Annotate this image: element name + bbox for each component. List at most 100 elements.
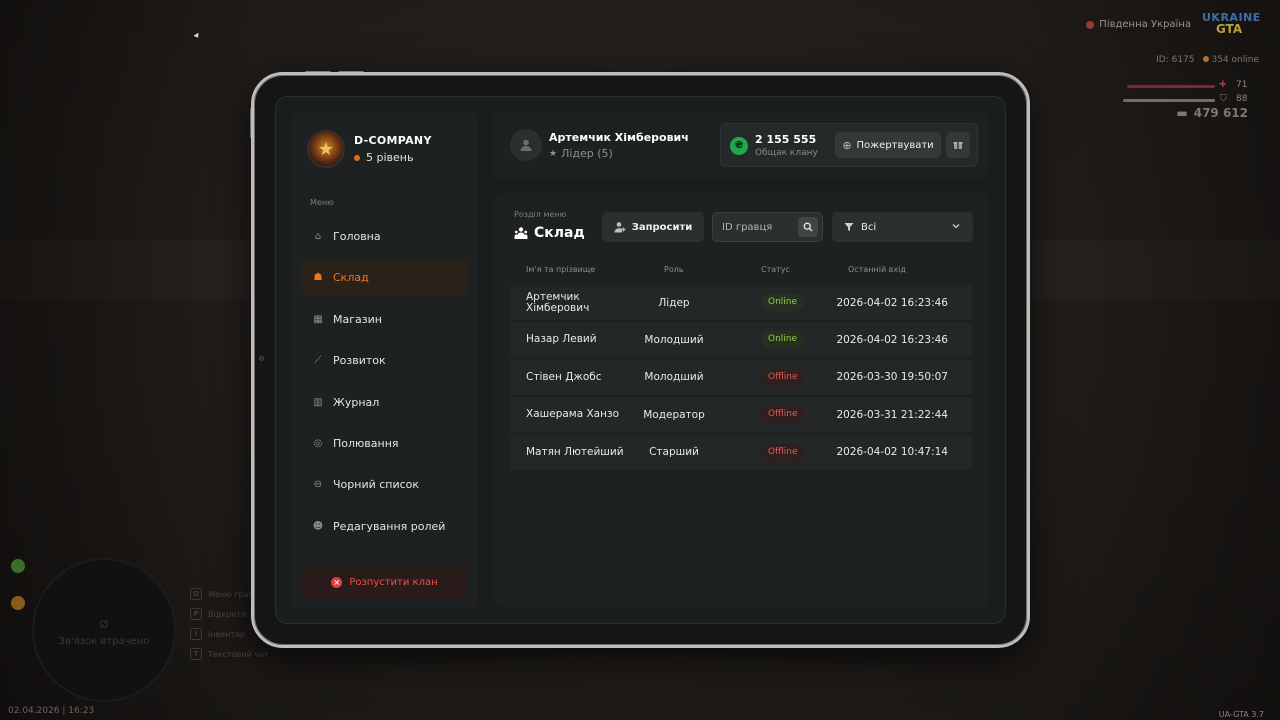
user-icon [520,139,532,151]
members-table: Артемчик Хімберович Лідер Online 2026-04… [510,285,972,472]
member-name: Артемчик Хімберович [526,290,590,314]
column-header-name: Ім'я та прізвище [526,265,596,274]
block-icon: ⊖ [313,479,323,491]
user-name: Артемчик Хімберович [549,131,689,144]
filter-value: Всі [861,221,877,233]
user-header-card: Артемчик Хімберович ★ Лідер (5) ₴ 2 155 … [493,112,988,178]
sidebar-item-hunting[interactable]: ◎ Полювання [301,426,468,461]
avatar [510,129,542,161]
server-logo: UKRAINE GTA [1202,12,1260,38]
gift-button[interactable] [946,132,970,158]
sidebar-item-label: Журнал [333,395,380,409]
column-header-last-login: Останній вхід [848,265,906,274]
hud-datetime: 02.04.2026 | 16:23 [8,706,95,716]
star-icon: ★ [549,148,558,159]
close-circle-icon: × [331,576,343,588]
hud-online-wrap: 354 online [1202,55,1259,65]
status-badge: Online [761,294,805,311]
table-row[interactable]: Стівен Джобс Молодший Offline 2026-03-30… [510,359,972,395]
org-level-label: 5 рівень [366,151,414,164]
location-pin-icon [1086,20,1095,29]
org-header: ★ D-COMPANY 5 рівень [307,130,432,168]
user-role: ★ Лідер (5) [549,147,613,160]
column-header-status: Статус [761,265,790,274]
member-last-login: 2026-04-02 16:23:46 [836,333,948,346]
minimap: ⌀ Зв'язок втрачено [32,558,176,702]
hud-player-info: ID: 6175 354 online [1156,55,1259,65]
hud-money-value: 479 612 [1193,106,1248,120]
clan-treasury: ₴ 2 155 555 Общак клану ⊕ Пожертвувати [720,123,978,167]
sidebar-item-label: Магазин [333,312,382,326]
table-row[interactable]: Назар Левий Молодший Online 2026-04-02 1… [510,322,972,358]
status-badge: Offline [761,443,805,461]
hud-player-id: ID: 6175 [1156,55,1195,65]
table-row[interactable]: Артемчик Хімберович Лідер Online 2026-04… [510,285,972,320]
armor-icon: ⛉ [1220,94,1227,104]
member-name: Назар Левий [526,333,597,346]
org-info: D-COMPANY 5 рівень [354,134,432,164]
sidebar-item-label: Чорний список [333,478,420,492]
status-badge: Offline [761,406,805,424]
member-name: Стівен Джобс [526,370,602,383]
health-value: 71 [1236,80,1248,90]
member-role: Модератор [643,408,705,421]
member-last-login: 2026-03-31 21:22:44 [836,408,948,421]
sidebar-item-roles[interactable]: ☻ Редагування ролей [301,509,468,544]
sidebar-item-home[interactable]: ⌂ Головна [301,219,468,254]
cash-icon: ▬ [1176,106,1188,120]
menu-caption: Меню [310,198,334,207]
chart-icon: ⟋ [314,355,322,367]
sidebar-item-shop[interactable]: ▦ Магазин [301,302,468,337]
armor-value: 88 [1236,94,1248,104]
keybind-key: T [190,648,202,660]
section-caption: Розділ меню [514,210,567,219]
hud-region-label: Південна Україна [1099,19,1191,30]
search-button[interactable] [798,217,818,237]
hryvnia-icon: ₴ [730,137,748,155]
target-icon: ◎ [313,437,323,449]
member-role: Старший [649,446,699,459]
filter-icon [844,223,854,231]
table-row[interactable]: Хашерама Ханзо Модератор Offline 2026-03… [510,397,972,433]
disband-clan-button[interactable]: × Розпустити клан [301,565,468,599]
keybind-label: Текстовий чат [208,649,269,659]
sidebar: ★ D-COMPANY 5 рівень Меню ⌂ Головна ☗ Скла… [291,112,478,609]
role-filter-select[interactable]: Всі [832,212,973,242]
sidebar-item-label: Редагування ролей [333,519,446,533]
user-edit-icon: ☻ [312,520,324,532]
members-panel: Розділ меню Склад Запросити Всі Ім'я та … [493,193,988,607]
sidebar-item-label: Полювання [333,436,399,450]
armor-bar [1123,99,1215,102]
page-title: Склад [514,225,585,241]
sidebar-item-blacklist[interactable]: ⊖ Чорний список [301,467,468,502]
online-dot-icon [1202,56,1209,62]
org-level: 5 рівень [354,151,432,164]
member-name: Хашерама Ханзо [526,408,619,421]
plus-circle-icon: ⊕ [842,138,852,152]
home-icon: ⌂ [314,231,322,242]
status-badge: Offline [761,368,805,386]
sidebar-item-journal[interactable]: ▥ Журнал [301,385,468,420]
book-icon: ▥ [313,396,323,408]
org-logo-icon: ★ [307,130,345,168]
column-header-role: Роль [664,265,684,274]
health-bar [1127,85,1215,88]
member-role: Лідер [658,296,690,309]
hud-money: ▬ 479 612 [1176,106,1248,120]
sidebar-item-development[interactable]: ⟋ Розвиток [301,343,468,378]
tablet-camera [259,356,264,361]
member-role: Молодший [644,333,704,346]
level-dot-icon [354,154,360,161]
table-row[interactable]: Матян Лютейший Старший Offline 2026-04-0… [510,434,972,470]
minimap-status-icon-orange [11,596,25,610]
member-last-login: 2026-04-02 16:23:46 [836,296,948,309]
search-icon [803,222,813,232]
chevron-down-icon [952,224,960,229]
server-logo-bottom: GTA [1216,22,1243,36]
search-input[interactable] [722,219,796,235]
invite-button[interactable]: Запросити [602,212,704,242]
keybind-key: O [190,588,202,600]
sidebar-item-members[interactable]: ☗ Склад [301,260,468,296]
keybind-hint: T Текстовий чат [190,648,285,660]
donate-button[interactable]: ⊕ Пожертвувати [835,132,941,158]
